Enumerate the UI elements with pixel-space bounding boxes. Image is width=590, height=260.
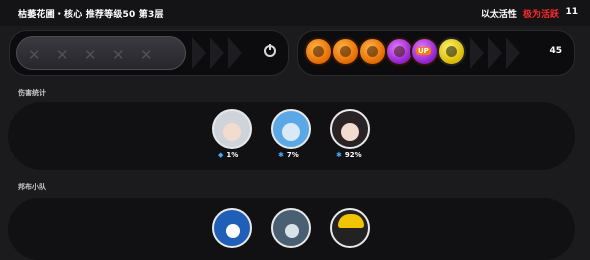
chevron-decor-icon (192, 37, 206, 69)
agent-avatar-white-hair[interactable] (212, 109, 252, 149)
power-icon[interactable] (264, 44, 276, 57)
agent-avatar-black-hair[interactable] (330, 109, 370, 149)
ether-value: 11 (565, 7, 578, 17)
bangboo-band (8, 198, 575, 260)
agent-damage-stat: ◆ 1% (218, 151, 239, 159)
empty-slot-mark: ✕ (56, 46, 69, 64)
orange-coin-icon[interactable] (358, 37, 387, 66)
yellow-coin-icon[interactable] (437, 37, 466, 66)
empty-slot-mark: ✕ (28, 46, 41, 64)
damage-stats-label: 伤害统计 (18, 89, 46, 97)
bangboo-avatar-hardhat[interactable] (330, 208, 370, 248)
empty-slot-mark: ✕ (140, 46, 153, 64)
ether-label: 以太活性 (480, 10, 517, 20)
bangboo-team-label: 邦布小队 (18, 183, 46, 191)
chevron-decor-icon (210, 37, 224, 69)
orange-coin-icon[interactable] (331, 37, 360, 66)
ether-icon: ◆ (218, 151, 224, 159)
agent-avatar-blue-shark[interactable] (271, 109, 311, 149)
chevron-decor-icon (470, 37, 484, 69)
agent-damage-stat: ✱ 92% (336, 151, 362, 159)
stage-title: 枯萎花圃・核心 推荐等级50 第3层 (18, 10, 164, 20)
empty-slot-bar[interactable]: ✕ ✕ ✕ ✕ ✕ (16, 36, 186, 70)
chevron-decor-icon (488, 37, 502, 69)
ether-icon: ✱ (336, 151, 342, 159)
ether-activity: 以太活性 极为活跃 (481, 7, 562, 20)
chevron-decor-icon (506, 37, 520, 69)
coin-count: 45 (549, 46, 562, 56)
empty-slot-mark: ✕ (84, 46, 97, 64)
top-bar: 枯萎花圃・核心 推荐等级50 第3层 以太活性 极为活跃 11 (0, 0, 590, 26)
ether-icon: ✱ (278, 151, 284, 159)
chevron-decor-icon (228, 37, 242, 69)
damage-stats-band: ◆ 1% ✱ 7% ✱ 92% (8, 102, 575, 170)
coin-panel: UP 45 (297, 30, 575, 76)
empty-slot-mark: ✕ (112, 46, 125, 64)
purple-up-coin-icon[interactable]: UP (410, 37, 439, 66)
up-badge: UP (416, 47, 431, 55)
bangboo-avatar-penguin[interactable] (212, 208, 252, 248)
bangboo-avatar-shark[interactable] (271, 208, 311, 248)
agent-damage-stat: ✱ 7% (278, 151, 299, 159)
orange-coin-icon[interactable] (304, 37, 333, 66)
resonance-slots-panel: ✕ ✕ ✕ ✕ ✕ (9, 30, 289, 76)
ether-status: 极为活跃 (522, 10, 559, 20)
